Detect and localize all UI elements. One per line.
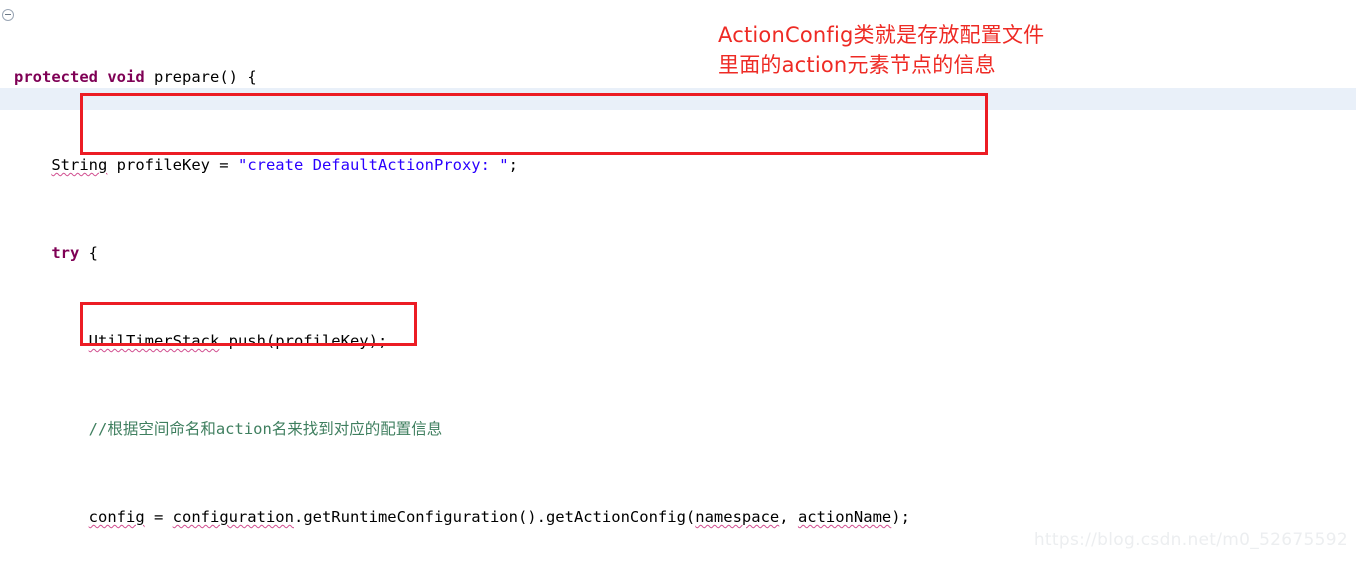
annotation-note-line-2: 里面的action元素节点的信息 (718, 53, 996, 77)
code-line: String profileKey = "create DefaultActio… (51, 156, 518, 174)
code-line: protected void prepare() { (14, 68, 257, 86)
code-line: try { (51, 244, 98, 262)
code-line: config = configuration.getRuntimeConfigu… (88, 508, 910, 526)
code-editor-text[interactable]: protected void prepare() { String profil… (0, 0, 1356, 562)
code-line-comment: //根据空间命名和action名来找到对应的配置信息 (88, 420, 443, 438)
annotation-note-line-1: ActionConfig类就是存放配置文件 (718, 23, 1045, 47)
code-line: UtilTimerStack.push(profileKey); (88, 332, 388, 350)
code-screenshot: protected void prepare() { String profil… (0, 0, 1356, 562)
blog-watermark: https://blog.csdn.net/m0_52675592 (1033, 530, 1348, 550)
